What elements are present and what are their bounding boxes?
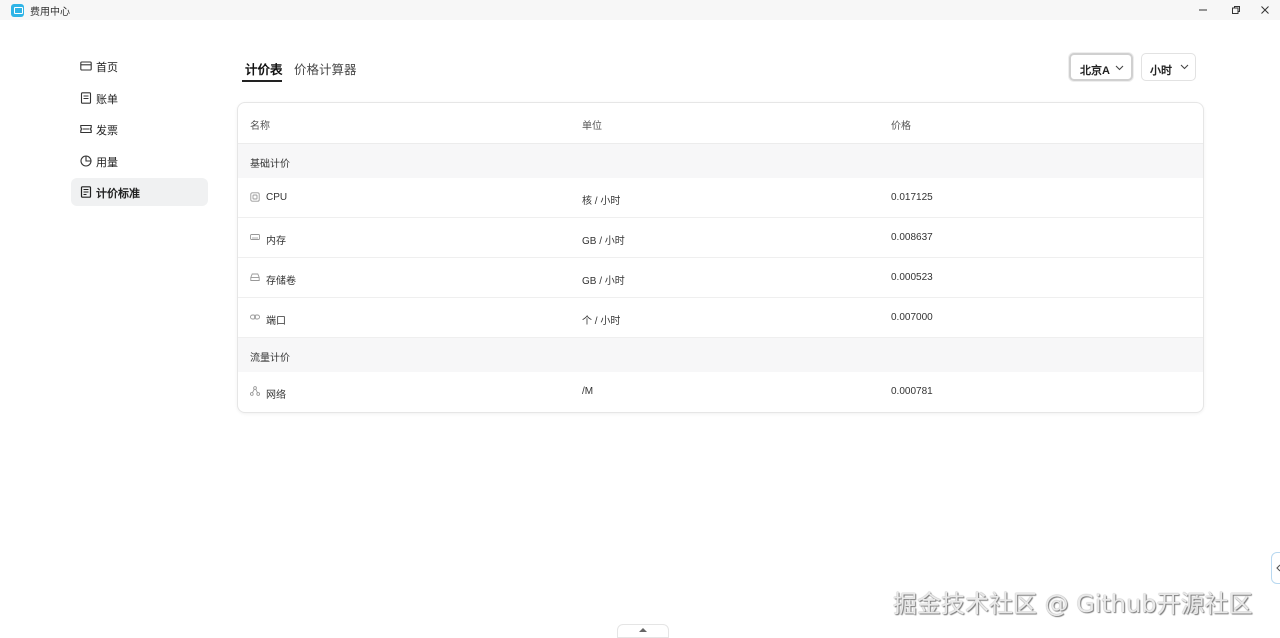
section-title: 流量计价: [250, 353, 290, 364]
table-row: 网络 /M 0.000781: [238, 372, 1203, 411]
table-header: 名称 单位 价格: [238, 103, 1203, 144]
row-unit: /M: [582, 386, 594, 397]
time-unit-select[interactable]: 小时: [1141, 53, 1196, 81]
row-price: 0.000523: [891, 272, 933, 283]
section-title: 基础计价: [250, 159, 290, 170]
tab-pricing-table[interactable]: 计价表: [245, 59, 283, 78]
sidebar-item-home[interactable]: 首页: [71, 52, 208, 80]
region-select-value: 北京A: [1080, 65, 1110, 77]
row-name: CPU: [266, 192, 288, 203]
app-icon: [11, 4, 24, 17]
row-name: 端口: [266, 316, 286, 327]
network-icon: [250, 386, 260, 396]
close-button[interactable]: [1250, 0, 1280, 20]
sidebar-item-label: 发票: [96, 125, 118, 137]
sidebar-item-usage[interactable]: 用量: [71, 147, 208, 175]
storage-icon: [250, 273, 260, 281]
row-name: 网络: [266, 390, 286, 401]
ticket-icon: [80, 124, 92, 134]
row-price: 0.007000: [891, 312, 933, 323]
cpu-icon: [250, 192, 260, 202]
row-price: 0.017125: [891, 192, 933, 203]
minimize-button[interactable]: [1188, 0, 1218, 20]
active-tab-indicator: [242, 80, 282, 82]
maximize-button[interactable]: [1221, 0, 1251, 20]
chevron-left-icon: [1276, 564, 1280, 572]
tab-price-calculator[interactable]: 价格计算器: [294, 59, 357, 78]
memory-icon: [250, 234, 260, 240]
row-unit: GB / 小时: [582, 236, 625, 247]
bottom-panel-toggle[interactable]: [617, 624, 669, 638]
chevron-down-icon: [1115, 65, 1124, 71]
table-row: 内存 GB / 小时 0.008637: [238, 218, 1203, 258]
sidebar-item-label: 账单: [96, 93, 118, 106]
title-bar: 费用中心: [0, 0, 1280, 20]
row-unit: 核 / 小时: [582, 196, 621, 207]
time-unit-select-value: 小时: [1150, 65, 1172, 77]
column-header-price: 价格: [891, 121, 911, 132]
window-title: 费用中心: [30, 7, 70, 18]
document-icon: [80, 91, 92, 104]
chevron-up-icon: [639, 628, 647, 632]
pricing-table: 名称 单位 价格 基础计价 CPU 核 / 小时 0.017125 内存 GB …: [237, 102, 1204, 413]
row-price: 0.008637: [891, 232, 933, 243]
column-header-unit: 单位: [582, 121, 602, 132]
pie-chart-icon: [80, 154, 92, 167]
card-icon: [80, 61, 92, 71]
watermark: 掘金技术社区 @ Github开源社区: [893, 590, 1253, 618]
sidebar-item-invoice[interactable]: 发票: [71, 115, 208, 143]
chevron-down-icon: [1180, 64, 1189, 70]
restore-icon: [1232, 6, 1240, 14]
side-panel-toggle[interactable]: [1271, 552, 1280, 584]
list-document-icon: [80, 186, 92, 198]
row-unit: GB / 小时: [582, 276, 625, 287]
row-unit: 个 / 小时: [582, 316, 621, 327]
sidebar-item-pricing[interactable]: 计价标准: [71, 178, 208, 206]
section-header-basic: 基础计价: [238, 144, 1203, 178]
sidebar: 首页 账单 发票 用量 计价标准: [71, 52, 208, 210]
sidebar-item-bills[interactable]: 账单: [71, 84, 208, 112]
sidebar-item-label: 计价标准: [96, 188, 140, 200]
column-header-name: 名称: [250, 121, 270, 132]
sidebar-item-label: 首页: [96, 62, 118, 74]
region-select[interactable]: 北京A: [1069, 53, 1133, 81]
close-icon: [1261, 6, 1269, 14]
table-row: 存储卷 GB / 小时 0.000523: [238, 258, 1203, 298]
table-row: CPU 核 / 小时 0.017125: [238, 178, 1203, 218]
link-icon: [250, 314, 260, 320]
section-header-traffic: 流量计价: [238, 338, 1203, 372]
row-price: 0.000781: [891, 386, 933, 397]
table-row: 端口 个 / 小时 0.007000: [238, 298, 1203, 338]
row-name: 内存: [266, 236, 286, 247]
row-name: 存储卷: [266, 276, 296, 287]
sidebar-item-label: 用量: [96, 156, 118, 169]
minimize-icon: [1199, 9, 1207, 11]
